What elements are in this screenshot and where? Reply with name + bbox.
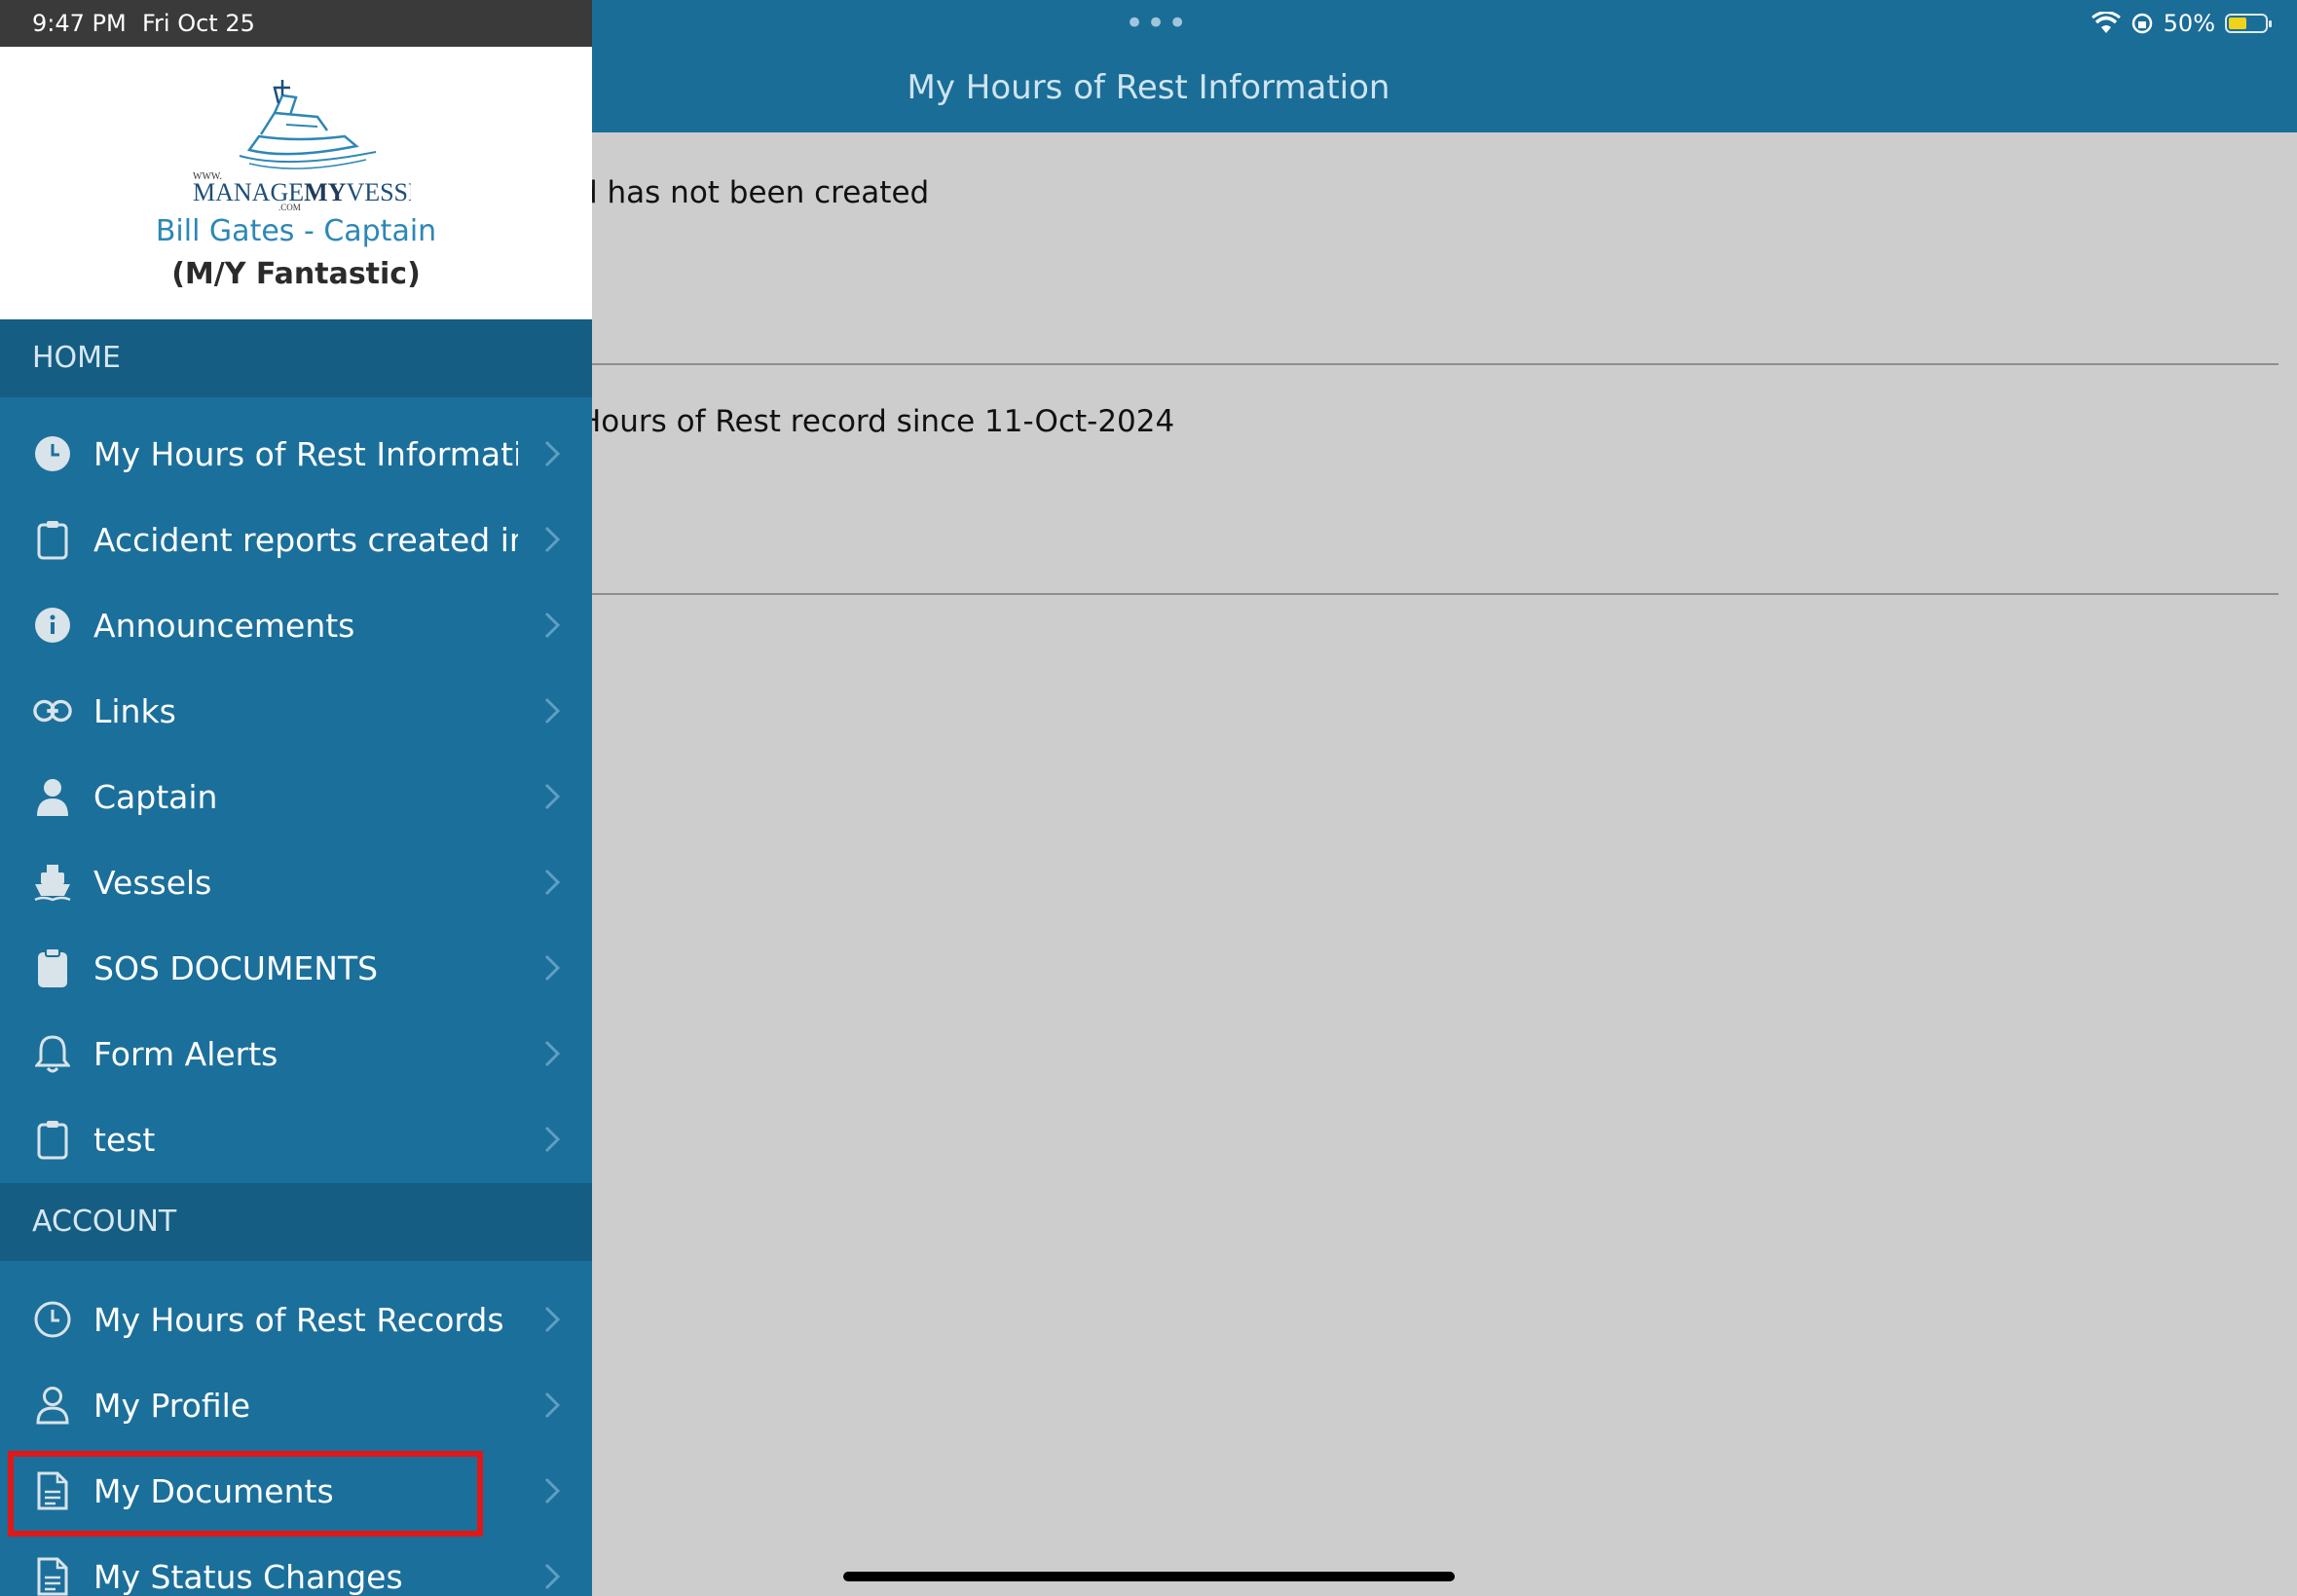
user-name: Bill Gates - Captain (155, 214, 437, 248)
multitask-dots-icon[interactable]: ••• (1125, 7, 1189, 40)
sidebar-item-label: Announcements (93, 606, 355, 645)
sidebar-item-form-alerts[interactable]: Form Alerts (0, 1011, 592, 1096)
sidebar-item-accident-reports[interactable]: Accident reports created in th (0, 497, 592, 582)
status-date: Fri Oct 25 (142, 10, 255, 37)
sidebar-item-label: SOS DOCUMENTS (93, 948, 379, 987)
status-time: 9:47 PM (32, 10, 127, 37)
sidebar-item-label: Links (93, 691, 176, 730)
wifi-icon (2091, 12, 2121, 33)
manage-my-vessel-logo: WWW. MANAGEMYVESSEL .COM (193, 80, 411, 210)
chevron-right-icon (544, 783, 561, 810)
sidebar-item-my-hours-of-rest-records[interactable]: My Hours of Rest Records (0, 1277, 592, 1362)
sidebar-item-label: Form Alerts (93, 1034, 278, 1073)
status-indicators: 50% (2091, 10, 2272, 37)
sidebar-item-my-profile[interactable]: My Profile (0, 1362, 592, 1448)
sidebar-item-label: Vessels (93, 863, 212, 902)
chevron-right-icon (544, 1477, 561, 1504)
content-message: Hours of Rest record since 11-Oct-2024 (578, 404, 1175, 439)
sidebar-item-vessels[interactable]: Vessels (0, 839, 592, 925)
sidebar-item-label: Captain (93, 777, 218, 816)
side-drawer: 9:47 PM Fri Oct 25 WWW. MANAGEMYVESSEL .… (0, 0, 592, 1596)
person-filled-icon (33, 777, 72, 816)
sidebar-item-label: My Hours of Rest Information (93, 434, 518, 473)
vessel-name: (M/Y Fantastic) (171, 257, 421, 291)
section-header-account: ACCOUNT (0, 1183, 592, 1261)
logo-vessel-text: VESSEL (346, 178, 411, 206)
sidebar-item-label: test (93, 1120, 156, 1159)
clipboard-outline-icon (33, 1120, 72, 1160)
chevron-right-icon (544, 1126, 561, 1153)
battery-icon (2225, 14, 2272, 33)
sidebar-item-label: My Hours of Rest Records (93, 1300, 504, 1339)
sidebar-item-my-status-changes[interactable]: My Status Changes (0, 1534, 592, 1596)
chevron-right-icon (544, 1563, 561, 1590)
sidebar-item-announcements[interactable]: Announcements (0, 582, 592, 668)
logo-com-text: .COM (278, 203, 301, 210)
sidebar-item-test[interactable]: test (0, 1096, 592, 1182)
clock-filled-icon (33, 434, 72, 473)
chevron-right-icon (544, 954, 561, 982)
sidebar-item-links[interactable]: Links (0, 668, 592, 754)
battery-percent: 50% (2163, 10, 2215, 37)
chevron-right-icon (544, 612, 561, 639)
sidebar-item-label: My Documents (93, 1471, 334, 1510)
status-bar: 9:47 PM Fri Oct 25 (0, 0, 592, 47)
chevron-right-icon (544, 440, 561, 467)
chevron-right-icon (544, 1392, 561, 1419)
sidebar-item-label: Accident reports created in th (93, 520, 518, 559)
clipboard-outline-icon (33, 520, 72, 560)
logo-my-text: MY (304, 178, 347, 206)
content-message: d has not been created (578, 175, 930, 210)
sidebar-item-my-documents[interactable]: My Documents (0, 1448, 592, 1534)
sidebar-item-label: My Status Changes (93, 1557, 403, 1596)
rotation-lock-icon (2131, 13, 2152, 34)
info-icon (33, 606, 72, 645)
profile-header: WWW. MANAGEMYVESSEL .COM Bill Gates - Ca… (0, 47, 592, 319)
logo-wordmark: MANAGEMYVESSEL (193, 178, 411, 206)
chevron-right-icon (544, 526, 561, 553)
sidebar-item-label: My Profile (93, 1386, 251, 1425)
chevron-right-icon (544, 869, 561, 896)
divider (584, 593, 2278, 595)
ship-icon (33, 863, 72, 902)
bell-icon (33, 1034, 72, 1073)
chevron-right-icon (544, 1040, 561, 1067)
sidebar-item-captain[interactable]: Captain (0, 754, 592, 839)
chevron-right-icon (544, 1306, 561, 1333)
section-header-home: HOME (0, 319, 592, 397)
link-icon (33, 691, 72, 730)
document-icon (33, 1471, 72, 1510)
page-title-text: My Hours of Rest Information (907, 68, 1390, 107)
divider (584, 363, 2278, 365)
sidebar-item-my-hours-of-rest-information[interactable]: My Hours of Rest Information (0, 411, 592, 497)
document-icon (33, 1557, 72, 1596)
home-indicator[interactable] (843, 1572, 1455, 1581)
person-outline-icon (33, 1386, 72, 1425)
sidebar-item-sos-documents[interactable]: SOS DOCUMENTS (0, 925, 592, 1011)
chevron-right-icon (544, 697, 561, 724)
clock-outline-icon (33, 1300, 72, 1339)
clipboard-filled-icon (33, 947, 72, 987)
